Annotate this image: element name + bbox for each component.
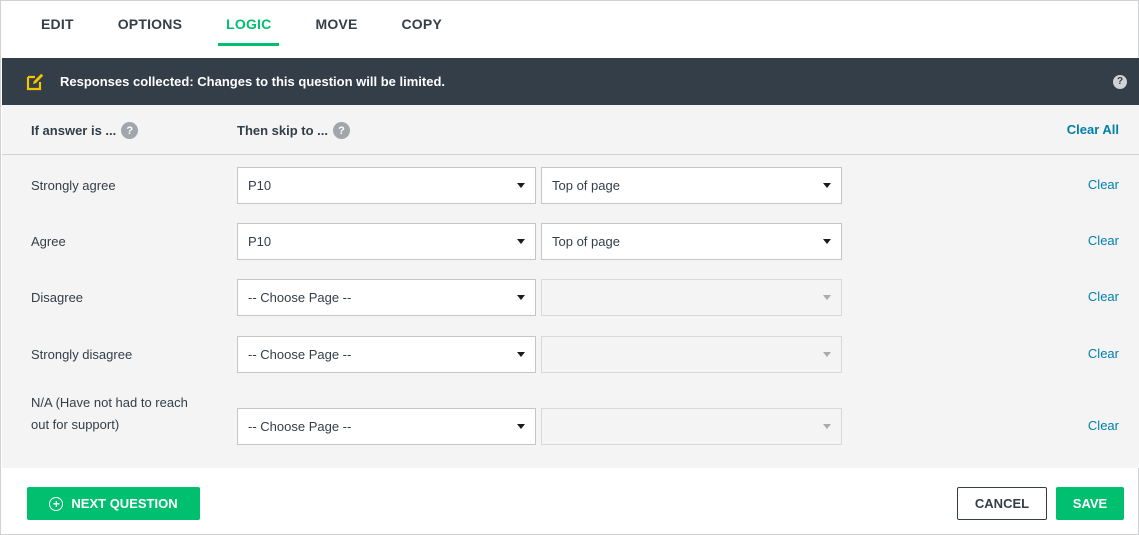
dropdown-arrow-icon [517, 295, 525, 300]
page-select-value: -- Choose Page -- [248, 290, 352, 305]
clear-link[interactable]: Clear [1088, 418, 1119, 433]
tab-logic[interactable]: LOGIC [204, 1, 293, 47]
edit-icon [24, 71, 46, 93]
help-icon[interactable]: ? [1113, 74, 1127, 89]
clear-link[interactable]: Clear [1088, 233, 1119, 248]
banner-message: Responses collected: Changes to this que… [60, 74, 446, 89]
answer-label: Strongly disagree [31, 347, 133, 362]
tab-move[interactable]: MOVE [293, 1, 379, 47]
answer-label: Agree [31, 234, 66, 249]
logic-header: If answer is ... ? Then skip to ... ? Cl… [2, 105, 1139, 155]
tab-bar: EDIT OPTIONS LOGIC MOVE COPY [1, 1, 1138, 47]
dropdown-arrow-icon [517, 239, 525, 244]
help-icon[interactable]: ? [333, 122, 351, 139]
page-select-value: P10 [248, 234, 272, 249]
cancel-button[interactable]: CANCEL [957, 487, 1047, 520]
clear-link[interactable]: Clear [1088, 289, 1119, 304]
dropdown-arrow-icon [517, 183, 525, 188]
position-select [541, 279, 842, 316]
dropdown-arrow-icon [823, 183, 831, 188]
page-select[interactable]: -- Choose Page -- [237, 408, 536, 445]
logic-row: N/A (Have not had to reach out for suppo… [2, 390, 1139, 460]
page-select-value: -- Choose Page -- [248, 347, 352, 362]
logic-row: Disagree -- Choose Page -- Clear [2, 279, 1139, 316]
position-select [541, 336, 842, 373]
responses-collected-banner: Responses collected: Changes to this que… [2, 58, 1139, 105]
page-select[interactable]: -- Choose Page -- [237, 336, 536, 373]
logic-row: Strongly disagree -- Choose Page -- Clea… [2, 336, 1139, 373]
dropdown-arrow-icon [823, 239, 831, 244]
plus-circle-icon: + [49, 496, 64, 511]
dropdown-arrow-icon [517, 352, 525, 357]
tab-edit[interactable]: EDIT [1, 1, 96, 47]
clear-link[interactable]: Clear [1088, 177, 1119, 192]
position-select-value: Top of page [552, 234, 620, 249]
save-button[interactable]: SAVE [1056, 487, 1124, 520]
dropdown-arrow-icon [823, 424, 831, 429]
position-select-value: Top of page [552, 178, 620, 193]
tab-options[interactable]: OPTIONS [96, 1, 204, 47]
page-select-value: -- Choose Page -- [248, 419, 352, 434]
answer-label: Strongly agree [31, 178, 116, 193]
next-question-button[interactable]: + NEXT QUESTION [27, 487, 200, 520]
then-skip-label: Then skip to ... [237, 123, 329, 138]
page-select-value: P10 [248, 178, 272, 193]
dropdown-arrow-icon [823, 352, 831, 357]
page-select[interactable]: -- Choose Page -- [237, 279, 536, 316]
position-select [541, 408, 842, 445]
dropdown-arrow-icon [823, 295, 831, 300]
position-select[interactable]: Top of page [541, 167, 842, 204]
help-icon[interactable]: ? [121, 122, 139, 139]
page-select[interactable]: P10 [237, 167, 536, 204]
page-select[interactable]: P10 [237, 223, 536, 260]
logic-row: Agree P10 Top of page Clear [2, 223, 1139, 260]
clear-all-link[interactable]: Clear All [1067, 122, 1119, 137]
then-skip-header: Then skip to ... ? [237, 122, 351, 139]
if-answer-header: If answer is ... ? [31, 122, 139, 139]
question-logic-panel: EDIT OPTIONS LOGIC MOVE COPY Responses c… [0, 0, 1139, 535]
next-question-label: NEXT QUESTION [71, 496, 178, 511]
position-select[interactable]: Top of page [541, 223, 842, 260]
logic-row: Strongly agree P10 Top of page Clear [2, 167, 1139, 204]
answer-label: Disagree [31, 290, 84, 305]
dropdown-arrow-icon [517, 424, 525, 429]
answer-label: N/A (Have not had to reach out for suppo… [31, 395, 188, 432]
if-answer-label: If answer is ... [31, 123, 117, 138]
skip-logic-table: If answer is ... ? Then skip to ... ? Cl… [2, 105, 1139, 468]
tab-copy[interactable]: COPY [380, 1, 464, 47]
clear-link[interactable]: Clear [1088, 346, 1119, 361]
